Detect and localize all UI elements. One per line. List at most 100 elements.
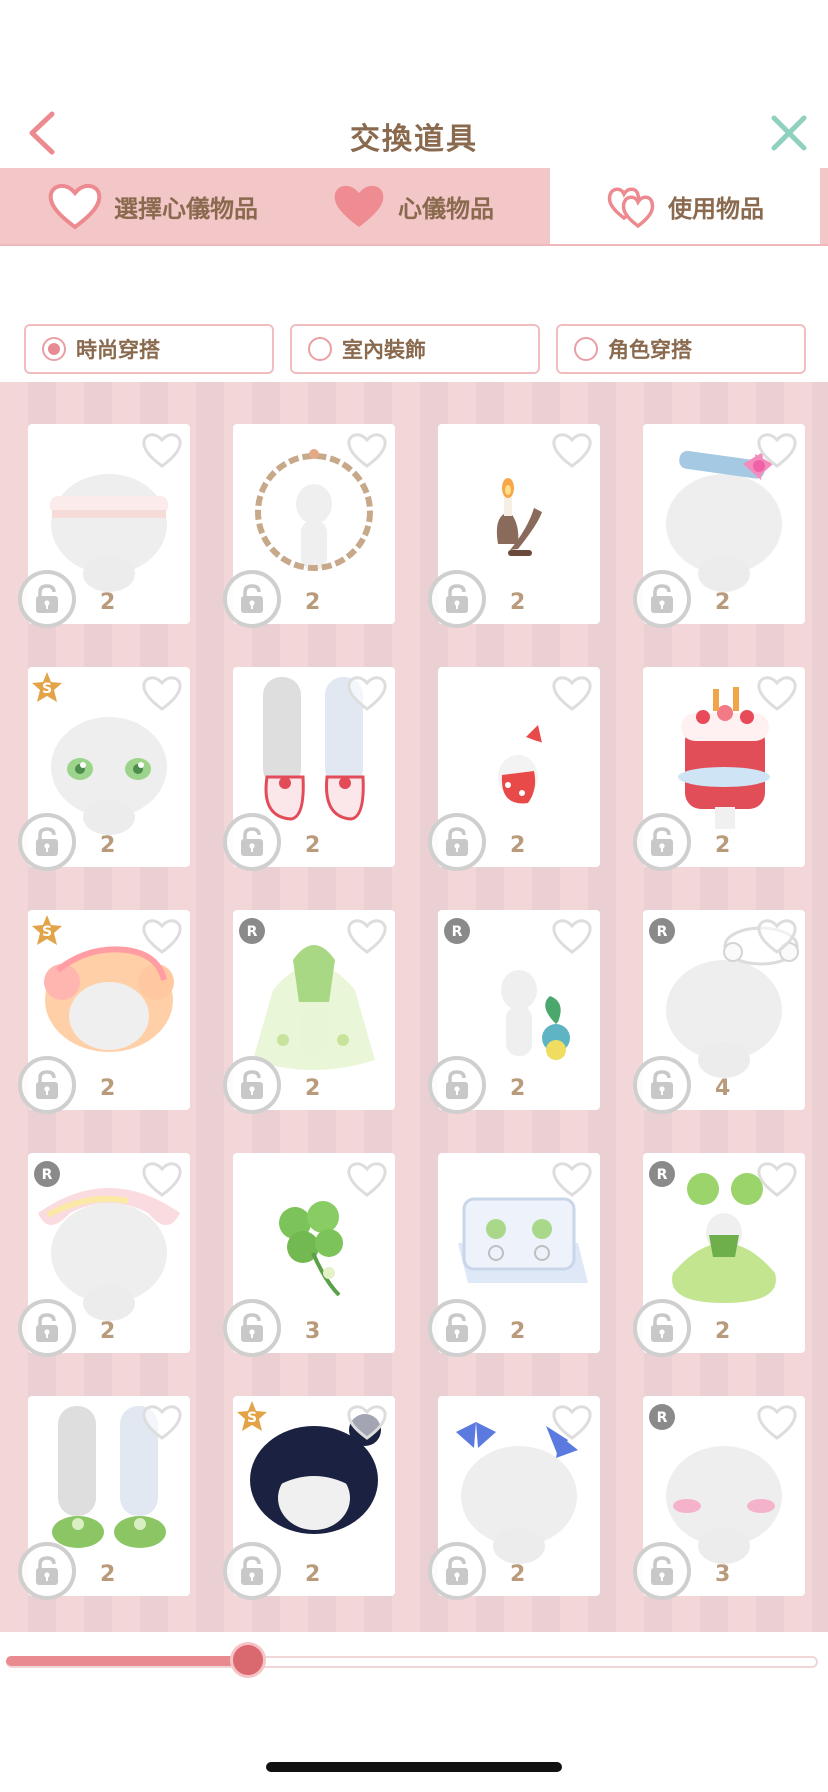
lock-button[interactable] bbox=[18, 813, 76, 871]
heart-outline-icon bbox=[142, 1162, 182, 1197]
item-card[interactable]: R2 bbox=[18, 1153, 190, 1357]
favorite-button[interactable] bbox=[345, 1402, 389, 1442]
favorite-button[interactable] bbox=[140, 1402, 184, 1442]
favorite-button[interactable] bbox=[550, 430, 594, 470]
lock-button[interactable] bbox=[18, 1542, 76, 1600]
item-count: 2 bbox=[510, 1319, 526, 1344]
lock-icon bbox=[651, 1556, 673, 1585]
item-count: 2 bbox=[305, 1076, 321, 1101]
item-card[interactable]: 2 bbox=[428, 1153, 600, 1357]
slider-fill bbox=[6, 1656, 249, 1666]
lock-button[interactable] bbox=[223, 570, 281, 628]
lock-icon bbox=[36, 1070, 58, 1099]
tab-wishlist[interactable]: 心儀物品 bbox=[330, 168, 494, 244]
favorite-button[interactable] bbox=[550, 1159, 594, 1199]
rare-rank-badge: R bbox=[239, 918, 265, 944]
lock-icon bbox=[36, 827, 58, 856]
lock-button[interactable] bbox=[223, 813, 281, 871]
favorite-button[interactable] bbox=[345, 430, 389, 470]
favorite-button[interactable] bbox=[140, 1159, 184, 1199]
lock-button[interactable] bbox=[633, 813, 691, 871]
filter-fashion[interactable]: 時尚穿搭 bbox=[24, 324, 274, 374]
radio-selected[interactable] bbox=[42, 337, 66, 361]
lock-button[interactable] bbox=[18, 1056, 76, 1114]
item-card[interactable]: R4 bbox=[633, 910, 805, 1114]
item-card[interactable]: R2 bbox=[633, 1153, 805, 1357]
heart-outline-icon bbox=[48, 184, 102, 230]
item-card[interactable]: R2 bbox=[428, 910, 600, 1114]
filter-character[interactable]: 角色穿搭 bbox=[556, 324, 806, 374]
radio-unselected[interactable] bbox=[308, 337, 332, 361]
favorite-button[interactable] bbox=[755, 673, 799, 713]
item-card[interactable]: 2 bbox=[633, 424, 805, 628]
heart-outline-icon bbox=[552, 1405, 592, 1440]
favorite-button[interactable] bbox=[755, 916, 799, 956]
item-card[interactable]: 2 bbox=[18, 424, 190, 628]
item-count: 2 bbox=[100, 590, 116, 615]
lock-button[interactable] bbox=[428, 570, 486, 628]
slider-thumb[interactable] bbox=[230, 1642, 267, 1678]
lock-button[interactable] bbox=[223, 1542, 281, 1600]
item-card[interactable]: S2 bbox=[18, 910, 190, 1114]
item-count: 2 bbox=[510, 1076, 526, 1101]
favorite-button[interactable] bbox=[345, 673, 389, 713]
heart-outline-icon bbox=[347, 1405, 387, 1440]
item-card[interactable]: S2 bbox=[18, 667, 190, 871]
lock-button[interactable] bbox=[633, 570, 691, 628]
svg-text:R: R bbox=[657, 1167, 668, 1183]
item-card[interactable]: 2 bbox=[223, 424, 395, 628]
lock-button[interactable] bbox=[633, 1299, 691, 1357]
lock-button[interactable] bbox=[428, 1299, 486, 1357]
favorite-button[interactable] bbox=[550, 673, 594, 713]
item-card[interactable]: R3 bbox=[633, 1396, 805, 1600]
tab-used-items[interactable]: 使用物品 bbox=[550, 168, 826, 244]
item-count: 3 bbox=[305, 1319, 321, 1344]
radio-unselected[interactable] bbox=[574, 337, 598, 361]
svg-text:R: R bbox=[452, 924, 463, 940]
close-button[interactable] bbox=[768, 112, 810, 154]
scroll-slider[interactable] bbox=[0, 1640, 828, 1680]
lock-button[interactable] bbox=[428, 813, 486, 871]
rare-rank-badge: R bbox=[34, 1161, 60, 1187]
item-card[interactable]: 3 bbox=[223, 1153, 395, 1357]
favorite-button[interactable] bbox=[550, 916, 594, 956]
svg-text:R: R bbox=[657, 924, 668, 940]
lock-button[interactable] bbox=[428, 1542, 486, 1600]
tab-select-wishlist[interactable]: 選擇心儀物品 bbox=[46, 168, 258, 244]
item-card[interactable]: R2 bbox=[223, 910, 395, 1114]
favorite-button[interactable] bbox=[755, 430, 799, 470]
item-card[interactable]: 2 bbox=[428, 1396, 600, 1600]
item-card[interactable]: 2 bbox=[633, 667, 805, 871]
lock-icon bbox=[446, 584, 468, 613]
heart-outline-icon bbox=[347, 919, 387, 954]
lock-button[interactable] bbox=[18, 1299, 76, 1357]
favorite-button[interactable] bbox=[345, 916, 389, 956]
favorite-button[interactable] bbox=[755, 1159, 799, 1199]
lock-button[interactable] bbox=[633, 1056, 691, 1114]
filter-interior[interactable]: 室內裝飾 bbox=[290, 324, 540, 374]
lock-button[interactable] bbox=[223, 1056, 281, 1114]
lock-icon bbox=[446, 1556, 468, 1585]
heart-outline-icon bbox=[552, 676, 592, 711]
heart-outline-icon bbox=[552, 919, 592, 954]
item-card[interactable]: 2 bbox=[18, 1396, 190, 1600]
favorite-button[interactable] bbox=[140, 916, 184, 956]
favorite-button[interactable] bbox=[345, 1159, 389, 1199]
favorite-button[interactable] bbox=[550, 1402, 594, 1442]
item-card[interactable]: 2 bbox=[223, 667, 395, 871]
item-count: 2 bbox=[100, 1562, 116, 1587]
item-count: 4 bbox=[715, 1076, 731, 1101]
item-card[interactable]: 2 bbox=[428, 424, 600, 628]
header: 交換道具 bbox=[0, 100, 828, 168]
item-card[interactable]: S2 bbox=[223, 1396, 395, 1600]
lock-button[interactable] bbox=[223, 1299, 281, 1357]
favorite-button[interactable] bbox=[140, 430, 184, 470]
favorite-button[interactable] bbox=[140, 673, 184, 713]
home-indicator[interactable] bbox=[266, 1762, 562, 1772]
item-count: 2 bbox=[100, 1076, 116, 1101]
item-card[interactable]: 2 bbox=[428, 667, 600, 871]
lock-button[interactable] bbox=[18, 570, 76, 628]
favorite-button[interactable] bbox=[755, 1402, 799, 1442]
lock-button[interactable] bbox=[428, 1056, 486, 1114]
lock-button[interactable] bbox=[633, 1542, 691, 1600]
